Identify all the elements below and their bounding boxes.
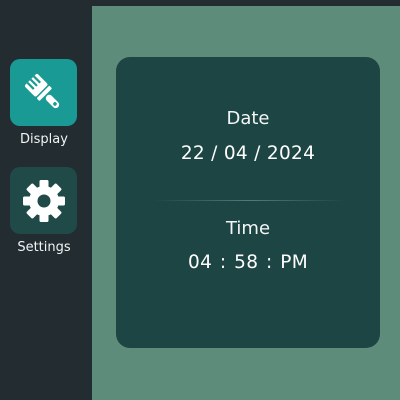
time-separator: : [219,252,227,273]
time-value: 04 : 58 : PM [116,252,380,273]
sidebar-item-label: Settings [17,240,71,255]
sidebar-item-label: Display [20,132,68,147]
datetime-card: Date 22 / 04 / 2024 Time 04 : 58 : PM [116,57,380,348]
time-minute[interactable]: 58 [234,252,258,273]
main-panel: Date 22 / 04 / 2024 Time 04 : 58 : PM [92,6,400,400]
time-hour[interactable]: 04 [188,252,212,273]
time-label: Time [225,218,271,239]
date-value[interactable]: 22 / 04 / 2024 [116,143,380,164]
display-tile[interactable] [10,59,77,126]
gear-icon [22,179,65,222]
time-period[interactable]: PM [280,252,308,273]
sidebar: Display Settings [0,0,92,400]
sidebar-item-settings[interactable]: Settings [0,167,88,255]
divider [154,200,346,201]
paintbrush-icon [24,73,59,108]
date-label: Date [226,108,270,129]
sidebar-item-display[interactable]: Display [0,59,88,147]
screen: Display Settings Date 22 / 04 / 2024 Tim… [0,0,400,400]
time-separator: : [266,252,273,273]
settings-tile[interactable] [10,167,77,234]
